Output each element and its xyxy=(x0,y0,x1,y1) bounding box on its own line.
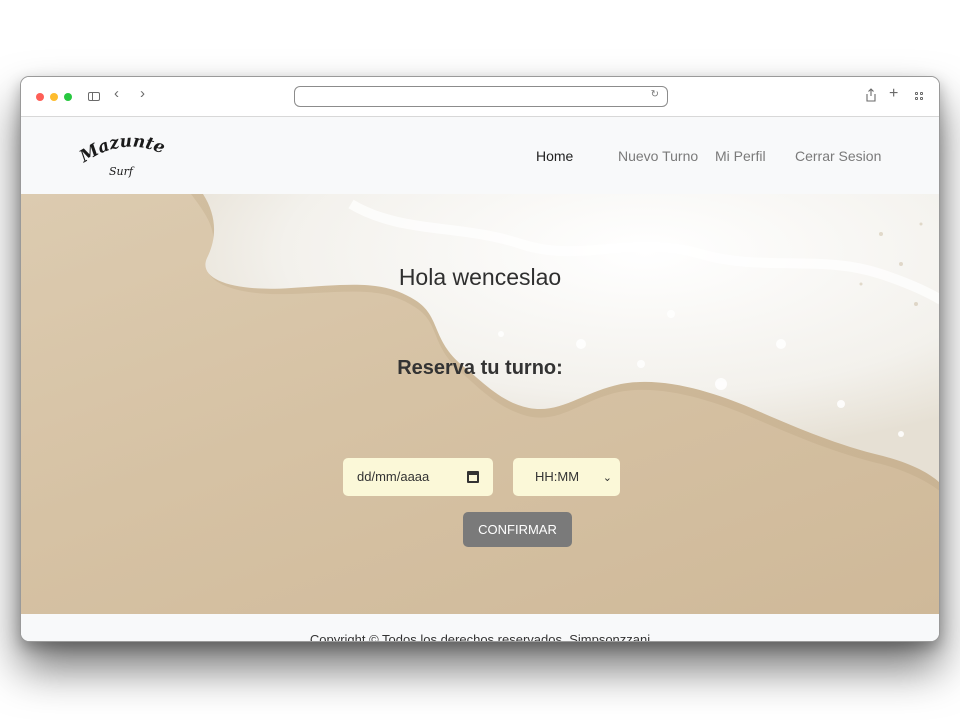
logo-text-surf: Surf xyxy=(109,165,135,178)
nav-home-link[interactable]: Home xyxy=(536,148,573,164)
share-icon[interactable] xyxy=(865,88,877,106)
zoom-window-button[interactable] xyxy=(64,93,72,101)
nav-mi-perfil-link[interactable]: Mi Perfil xyxy=(715,148,766,164)
sidebar-icon[interactable] xyxy=(88,92,100,101)
copyright-text: Copyright © Todos los derechos reservado… xyxy=(309,632,651,642)
svg-text:Mazunte: Mazunte xyxy=(79,131,168,167)
date-input-placeholder: dd/mm/aaaa xyxy=(357,469,430,484)
beach-foam-background xyxy=(191,194,939,491)
site-navbar: Mazunte Surf Home Nuevo Turno Mi Perfil … xyxy=(21,117,939,194)
tab-overview-icon[interactable] xyxy=(915,92,925,102)
reload-icon[interactable]: ↻ xyxy=(651,89,659,100)
chevron-down-icon: ⌄ xyxy=(602,472,612,484)
calendar-icon[interactable] xyxy=(467,471,479,483)
beach-hero: Hola wenceslao Reserva tu turno: dd/mm/a… xyxy=(21,194,939,614)
nav-cerrar-sesion-link[interactable]: Cerrar Sesion xyxy=(795,148,881,164)
nav-nuevo-turno-link[interactable]: Nuevo Turno xyxy=(618,148,698,164)
time-select[interactable]: HH:MM ⌄ xyxy=(513,458,620,496)
address-bar[interactable]: ↻ xyxy=(294,86,668,107)
date-input[interactable]: dd/mm/aaaa xyxy=(343,458,493,496)
browser-toolbar: ‹ › ↻ + xyxy=(21,77,939,117)
close-window-button[interactable] xyxy=(36,93,44,101)
logo-text-mazunte: Mazunte xyxy=(75,131,167,167)
mazunte-surf-logo[interactable]: Mazunte Surf xyxy=(75,131,169,181)
reserve-heading: Reserva tu turno: xyxy=(397,357,563,379)
confirm-button[interactable]: CONFIRMAR xyxy=(463,512,572,547)
site-footer: Copyright © Todos los derechos reservado… xyxy=(21,614,939,642)
browser-window: ‹ › ↻ + Mazunte Surf Home Nuevo Turno xyxy=(20,76,940,642)
new-tab-icon[interactable]: + xyxy=(889,86,898,102)
greeting-heading: Hola wenceslao xyxy=(398,264,562,290)
time-select-value: HH:MM xyxy=(535,469,580,484)
back-icon[interactable]: ‹ xyxy=(114,86,119,102)
forward-icon[interactable]: › xyxy=(140,86,145,102)
minimize-window-button[interactable] xyxy=(50,93,58,101)
